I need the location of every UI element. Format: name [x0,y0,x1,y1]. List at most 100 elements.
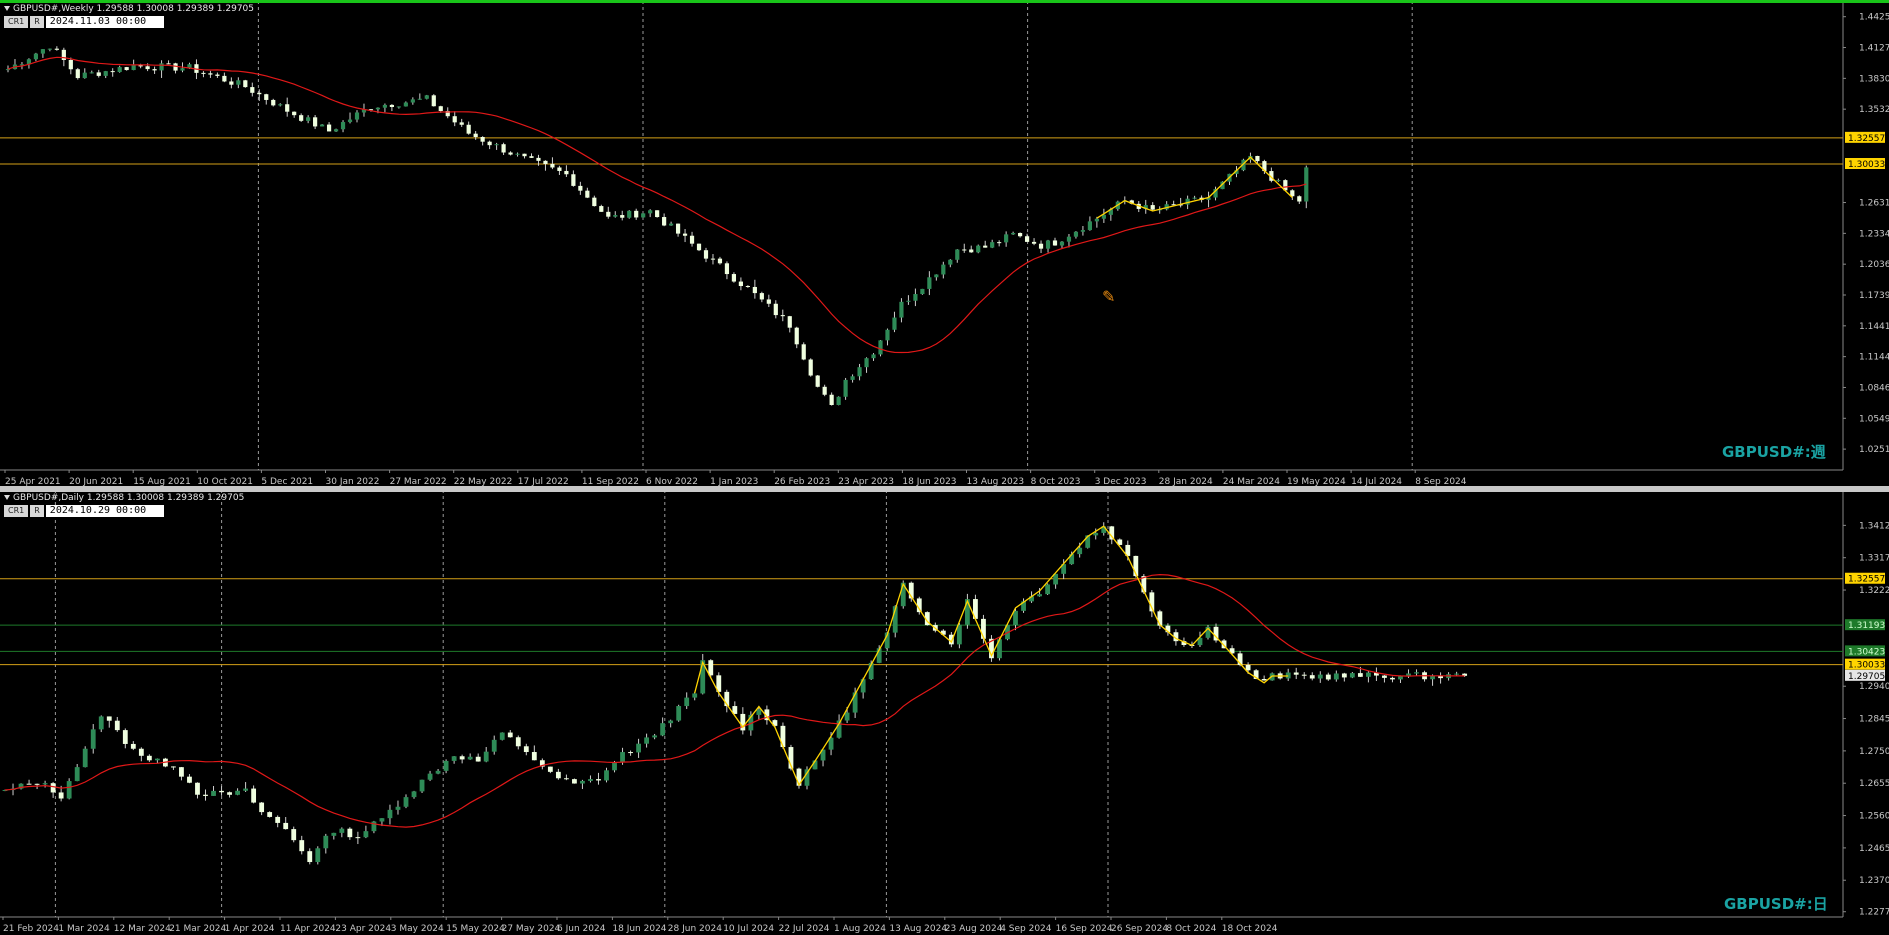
price-label-text: 1.29705 [1848,672,1885,682]
candle-body [969,249,974,253]
datetime-field[interactable]: 2024.11.03 00:00 [45,16,164,28]
y-tick-label: 1.44250 [1859,13,1889,23]
candle-body [354,112,360,120]
candle-body [131,65,136,71]
y-tick-label: 1.23700 [1859,876,1889,886]
x-tick-label: 22 Jul 2024 [779,924,830,934]
candle-body [467,756,473,760]
collapse-triangle-icon[interactable] [4,6,10,11]
candle-body [976,245,981,253]
candle-body [628,752,633,754]
candle-body [780,315,785,317]
candle-body [850,376,855,380]
candle-body [215,74,220,76]
candle-body [557,167,562,171]
x-tick-label: 11 Sep 2022 [582,477,639,486]
candle-body [668,720,674,724]
candle-body [419,779,425,792]
candle-body [990,242,995,248]
candle-body [466,124,471,134]
x-tick-label: 17 Jul 2022 [518,477,569,486]
candle-body [580,780,585,784]
candle-body [531,752,537,761]
candle-body [1301,674,1307,676]
candle-body [852,692,858,713]
candle-body [222,75,227,82]
candle-body [410,99,415,103]
candle-body [1349,673,1355,678]
candle-body [379,818,385,822]
candle-body [1038,243,1044,249]
y-tick-label: 1.27500 [1859,747,1889,757]
r-button[interactable]: R [30,505,44,517]
x-tick-label: 23 Aug 2024 [945,924,1003,934]
candle-body [1454,673,1460,675]
candle-body [1018,233,1023,237]
candle-body [1059,241,1065,246]
candle-body [613,215,618,217]
collapse-triangle-icon[interactable] [4,495,10,500]
y-tick-label: 1.05490 [1859,414,1889,424]
daily-chart-pane[interactable]: 21 Feb 2024 1 Mar 2024 12 Mar 2024 21 Mar 2… [0,492,1889,935]
candle-body [808,359,813,376]
x-tick-label: 28 Jan 2024 [1159,477,1213,486]
candle-body [822,386,827,395]
x-tick-label: 4 Sep 2024 [1000,924,1052,934]
candle-body [1365,672,1371,677]
candle-body [61,49,66,60]
candle-body [1093,532,1099,536]
candle-body [257,92,262,95]
y-tick-label: 1.26550 [1859,779,1889,789]
candle-body [313,117,318,127]
weekly-header-text: GBPUSD#,Weekly 1.29588 1.30008 1.29389 1… [13,4,255,14]
x-tick-label: 13 Aug 2023 [967,477,1025,486]
cr1-button[interactable]: CR1 [4,16,29,28]
candle-body [508,152,513,155]
candle-body [787,316,792,328]
candle-body [682,233,688,236]
candle-body [331,832,337,836]
candle-body [5,69,11,71]
candle-body [347,828,353,838]
candle-body [612,762,617,771]
crosshair-pencil-icon: ✎ [1102,287,1116,306]
candle-body [1073,231,1079,237]
candle-body [26,783,32,785]
candle-body [547,766,553,772]
candle-body [738,281,743,287]
candle-body [644,737,650,744]
candle-body [572,779,577,784]
candle-body [599,206,604,212]
daily-chart-svg[interactable]: 21 Feb 2024 1 Mar 2024 12 Mar 202421 Mar 2… [0,492,1889,935]
candle-body [997,242,1002,244]
candle-body [523,746,529,753]
candle-body [1414,672,1419,674]
candle-body [669,223,674,226]
candle-body [179,767,184,777]
y-tick-label: 1.28450 [1859,715,1889,725]
r-button[interactable]: R [30,16,44,28]
candle-body [892,317,897,330]
candle-body [620,752,625,763]
x-tick-label: 10 Oct 2021 [197,477,253,486]
y-tick-label: 1.20365 [1859,260,1889,270]
candle-body [275,816,281,823]
weekly-chart-svg[interactable]: 25 Apr 2021 20 Jun 2021 15 Aug 2021 10 Oct … [0,3,1889,486]
weekly-chart-pane[interactable]: 25 Apr 2021 20 Jun 2021 15 Aug 2021 10 Oct … [0,0,1889,486]
cr1-button[interactable]: CR1 [4,505,29,517]
candle-body [90,729,96,749]
candle-body [251,788,257,803]
candle-body [596,779,601,781]
candle-body [689,235,695,244]
candle-body [375,107,381,110]
candle-body [1357,673,1363,677]
candle-body [515,153,520,155]
candle-body [278,104,283,106]
y-tick-label: 1.26315 [1859,199,1889,209]
candle-body [271,99,276,106]
candle-body [211,790,216,796]
candle-body [387,809,393,819]
datetime-field[interactable]: 2024.10.29 00:00 [45,505,164,517]
daily-watermark: GBPUSD#:日 [1724,895,1828,913]
candle-body [82,748,88,768]
